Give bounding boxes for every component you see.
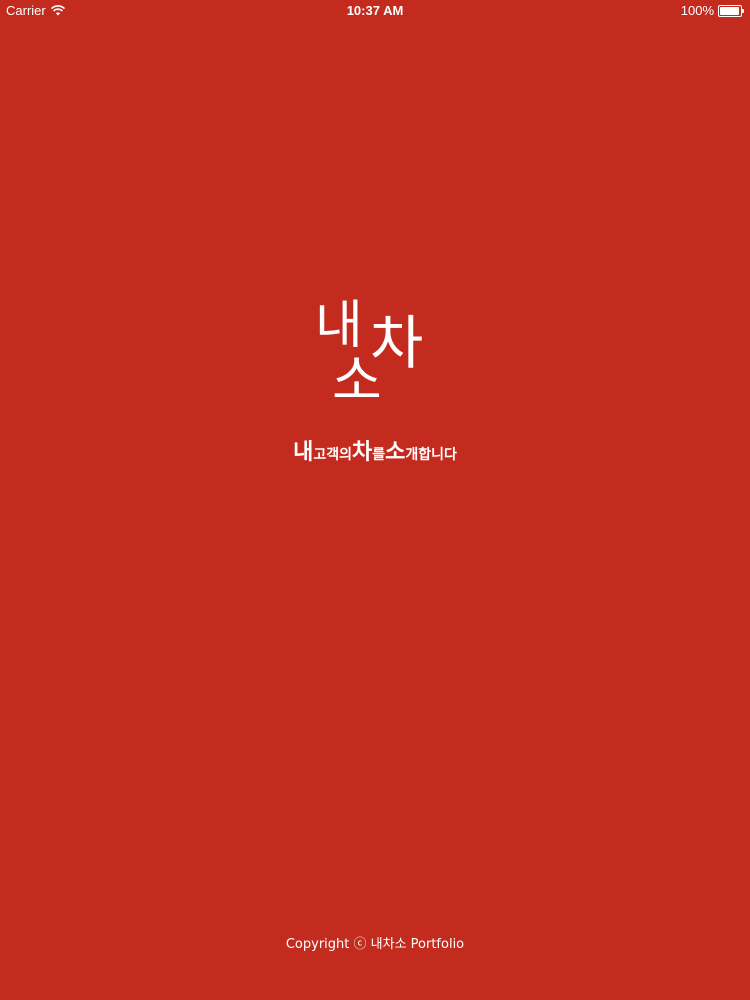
logo-char-1: 내 — [315, 296, 363, 356]
app-logo: 내 차 소 — [310, 300, 440, 415]
status-bar: Carrier 10:37 AM 100% — [0, 0, 750, 20]
tagline-part: 내 — [293, 440, 314, 465]
tagline-part: 소 — [385, 440, 406, 465]
copyright-text: Copyright ⓒ 내차소 Portfolio — [285, 937, 465, 952]
tagline-part: 차 — [351, 440, 373, 465]
tagline-part: 를 — [372, 447, 386, 463]
status-time: 10:37 AM — [346, 3, 404, 18]
tagline: 내고객의차를소개합니다 — [0, 434, 750, 466]
battery-icon — [718, 4, 744, 17]
tagline-part: 고객의 — [313, 447, 352, 463]
logo-char-3: 소 — [332, 349, 382, 412]
tagline-part: 개합니다 — [405, 447, 457, 463]
battery-percent: 100% — [680, 3, 714, 18]
status-right: 100% — [681, 3, 744, 18]
